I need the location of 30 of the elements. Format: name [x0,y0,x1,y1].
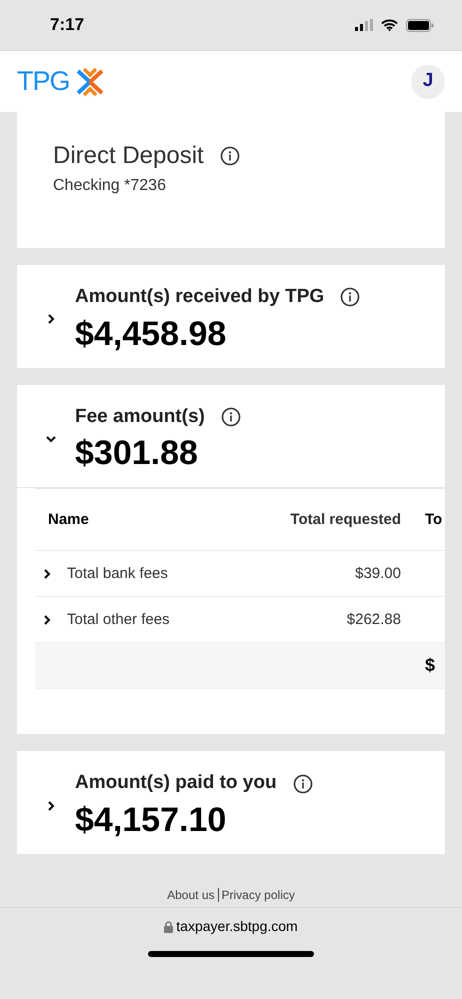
total-amount: $ [424,654,436,678]
account-label: Checking *7236 [53,176,167,196]
avatar[interactable]: J [411,64,445,98]
lock-icon [164,920,174,933]
info-icon[interactable] [220,406,241,427]
section-title: Amount(s) received by TPG [75,285,324,309]
info-icon[interactable] [220,146,240,166]
table-cell-text: Total bank fees [67,564,168,584]
amount: $301.88 [75,433,199,474]
deposit-title: Direct Deposit [53,141,204,171]
section-title: Amount(s) paid to you [75,771,277,796]
table-cell-text: $39.00 [354,564,402,584]
column-header: To [424,510,444,530]
signal-icon [355,19,373,31]
url-text[interactable]: taxpayer.sbtpg.com [176,916,298,938]
wifi-icon [381,19,398,31]
table-cell-text: $262.88 [346,610,402,630]
info-icon[interactable] [292,774,313,794]
table-cell-text: Total other fees [67,610,170,630]
amount: $4,157.10 [75,800,228,841]
footer-link[interactable]: About us [167,888,214,902]
info-icon[interactable] [340,287,360,308]
column-header: Name [47,510,90,530]
footer-link[interactable]: Privacy policy [218,888,295,902]
column-header: Total requested [289,510,402,530]
amount: $4,458.98 [75,314,228,354]
status-time: 7:17 [50,14,84,36]
battery-icon [406,18,434,32]
home-indicator[interactable] [148,951,314,958]
section-title: Fee amount(s) [75,404,205,429]
